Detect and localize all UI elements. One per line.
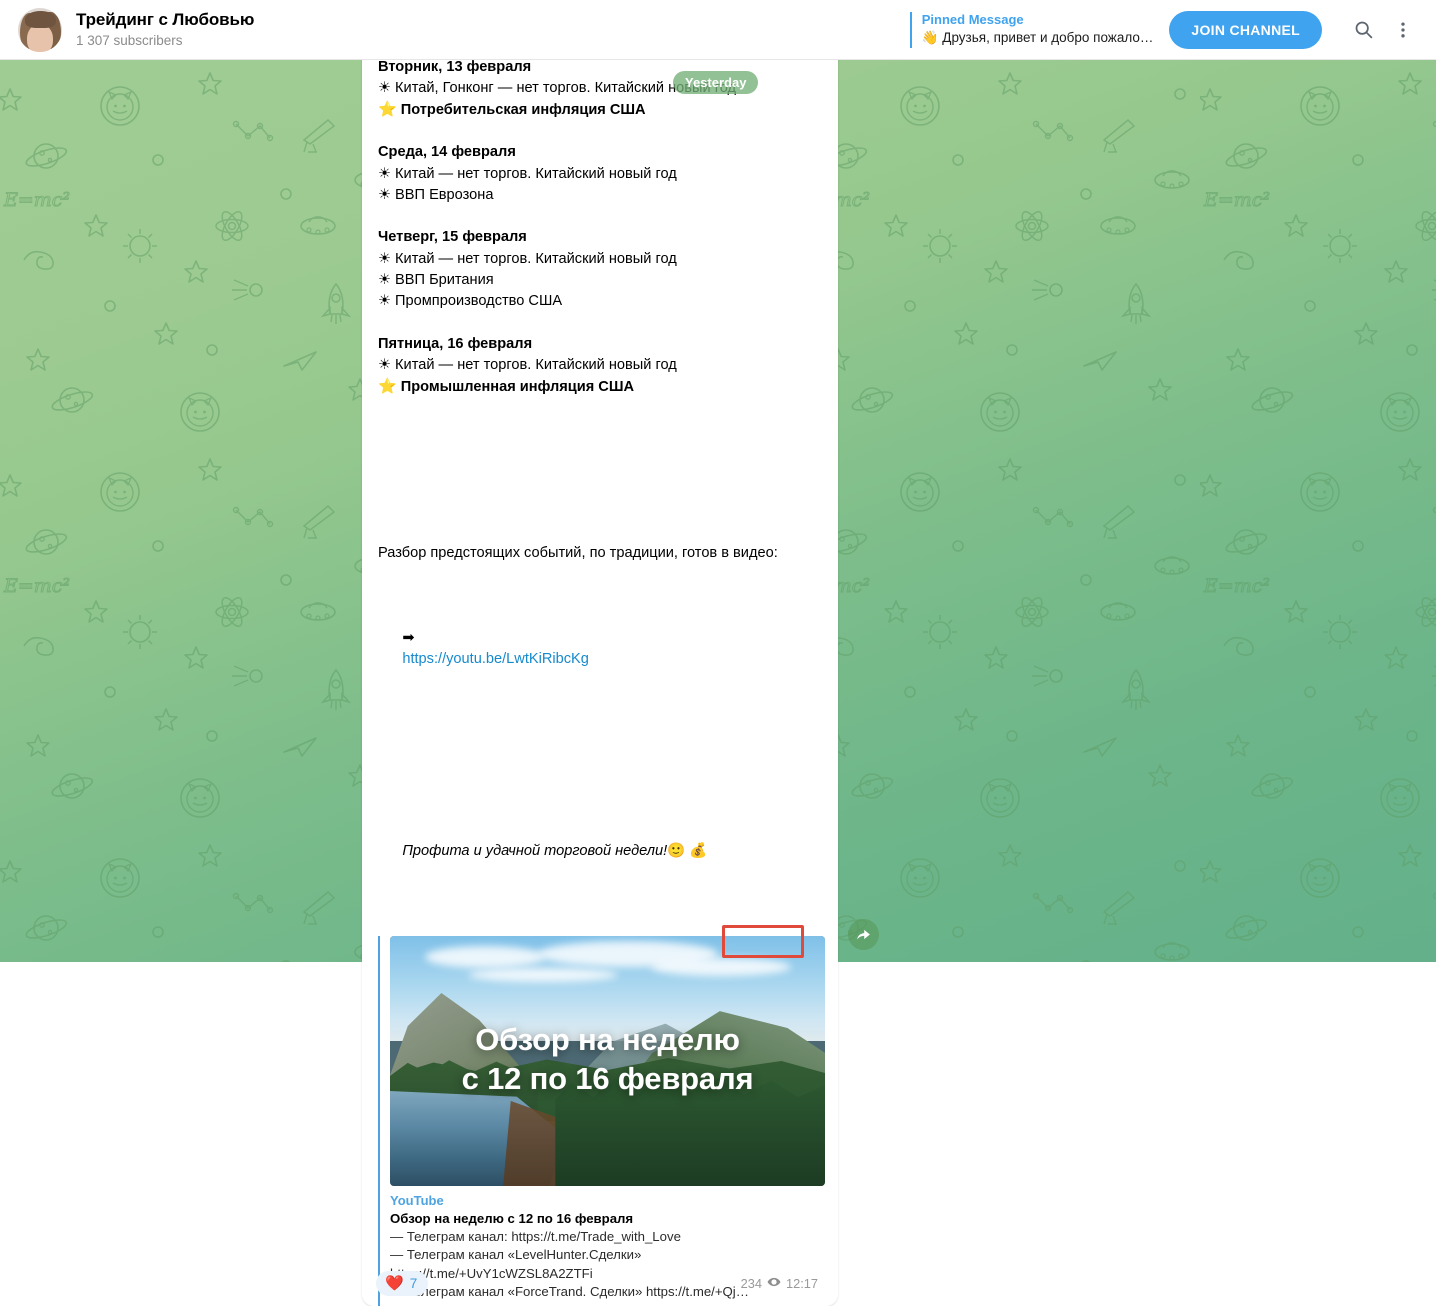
event-line: ☀ Китай — нет торгов. Китайский новый го… — [378, 355, 822, 376]
pinned-message-label: Pinned Message — [921, 12, 1024, 28]
arrow-right-emoji-icon: ➡ — [402, 630, 415, 647]
video-thumbnail[interactable]: Обзор на неделю с 12 по 16 февраля — [390, 935, 825, 1186]
thumbnail-title-line2: с 12 по 16 февраля — [461, 1060, 754, 1096]
reaction-count: 7 — [409, 1276, 418, 1292]
event-line: ☀ Китай — нет торгов. Китайский новый го… — [378, 249, 822, 270]
view-count: 234 — [740, 1276, 762, 1292]
message-bubble[interactable]: Вторник, 13 февраля ☀ Китай, Гонконг — не… — [362, 0, 838, 1306]
event-text: Промышленная инфляция США — [396, 379, 635, 396]
event-text: Китай — нет торгов. Китайский новый год — [391, 356, 677, 373]
pinned-message-text: 👋 Друзья, привет и добро пожало… — [921, 30, 1154, 46]
outro-line: Разбор предстоящих событий, по традиции,… — [378, 544, 778, 561]
page-title: Трейдинг с Любовью — [76, 10, 255, 30]
share-arrow-icon[interactable] — [848, 919, 879, 950]
reaction-button[interactable]: ❤️ 7 — [376, 1271, 429, 1297]
more-vertical-icon[interactable] — [1386, 13, 1420, 47]
event-text: Китай — нет торгов. Китайский новый год — [391, 250, 677, 267]
event-line: ☀ ВВП Британия — [378, 270, 822, 291]
avatar[interactable] — [18, 7, 62, 52]
day-heading: Четверг, 15 февраля — [378, 229, 527, 246]
sun-emoji-icon: ☀ — [378, 165, 391, 182]
message-text: Вторник, 13 февраля ☀ Китай, Гонконг — не… — [378, 14, 822, 926]
link-preview-card[interactable]: Обзор на неделю с 12 по 16 февраля YouTu… — [378, 935, 825, 1306]
preview-site-name: YouTube — [390, 1192, 444, 1208]
event-line: ☀ Промпроизводство США — [378, 291, 822, 312]
sun-emoji-icon: ☀ — [378, 250, 391, 267]
star-emoji-icon: ⭐ — [378, 101, 397, 119]
pinned-message[interactable]: Pinned Message 👋 Друзья, привет и добро … — [909, 11, 1154, 48]
sun-emoji-icon: ☀ — [378, 293, 391, 310]
sun-emoji-icon: ☀ — [378, 356, 391, 373]
event-line: ⭐ Потребительская инфляция США — [378, 99, 822, 121]
subscriber-count: 1 307 subscribers — [76, 33, 183, 49]
sun-emoji-icon: ☀ — [378, 79, 391, 96]
header-actions: Pinned Message 👋 Друзья, привет и добро … — [909, 0, 1436, 60]
youtube-link[interactable]: https://youtu.be/LwtKiRibcKg — [402, 651, 589, 667]
thumbnail-title-line1: Обзор на неделю — [475, 1021, 740, 1057]
day-heading: Пятница, 16 февраля — [378, 335, 533, 352]
heart-icon: ❤️ — [385, 1275, 404, 1293]
star-emoji-icon: ⭐ — [378, 378, 397, 396]
thumbnail-title: Обзор на неделю с 12 по 16 февраля — [390, 1021, 825, 1099]
message-footer: ❤️ 7 234 12:17 — [362, 1262, 838, 1306]
video-link-row[interactable]: ➡ https://youtu.be/LwtKiRibcKg — [378, 607, 822, 692]
join-channel-button[interactable]: JOIN CHANNEL — [1169, 10, 1322, 49]
event-line: ☀ ВВП Еврозона — [378, 185, 822, 206]
event-line: ⭐ Промышленная инфляция США — [378, 376, 822, 398]
event-text: Промпроизводство США — [391, 293, 563, 310]
preview-title: Обзор на неделю с 12 по 16 февраля — [390, 1210, 634, 1226]
channel-info[interactable]: Трейдинг с Любовью 1 307 subscribers — [76, 10, 254, 48]
event-text: ВВП Еврозона — [391, 187, 494, 204]
event-text: Потребительская инфляция США — [396, 102, 646, 119]
event-line: ☀ Китай — нет торгов. Китайский новый го… — [378, 164, 822, 185]
event-text: ВВП Британия — [391, 271, 494, 288]
closing-text: Профита и удачной торговой недели! — [402, 842, 668, 859]
closing-emoji-icon: 🙂 💰 — [667, 842, 708, 859]
sun-emoji-icon: ☀ — [378, 271, 391, 288]
message-time: 12:17 — [785, 1276, 818, 1292]
day-heading: Среда, 14 февраля — [378, 144, 516, 161]
date-badge: Yesterday — [673, 71, 759, 94]
schedule-blocks: Вторник, 13 февраля ☀ Китай, Гонконг — не… — [378, 57, 822, 399]
closing-line: Профита и удачной торговой недели!🙂 💰 — [378, 820, 822, 884]
event-text: Китай — нет торгов. Китайский новый год — [391, 165, 677, 182]
eye-icon — [767, 1275, 781, 1292]
sun-emoji-icon: ☀ — [378, 187, 391, 204]
message-meta: 234 12:17 — [735, 1271, 824, 1296]
search-icon[interactable] — [1346, 13, 1380, 47]
channel-header: Трейдинг с Любовью 1 307 subscribers Pin… — [0, 0, 1436, 60]
